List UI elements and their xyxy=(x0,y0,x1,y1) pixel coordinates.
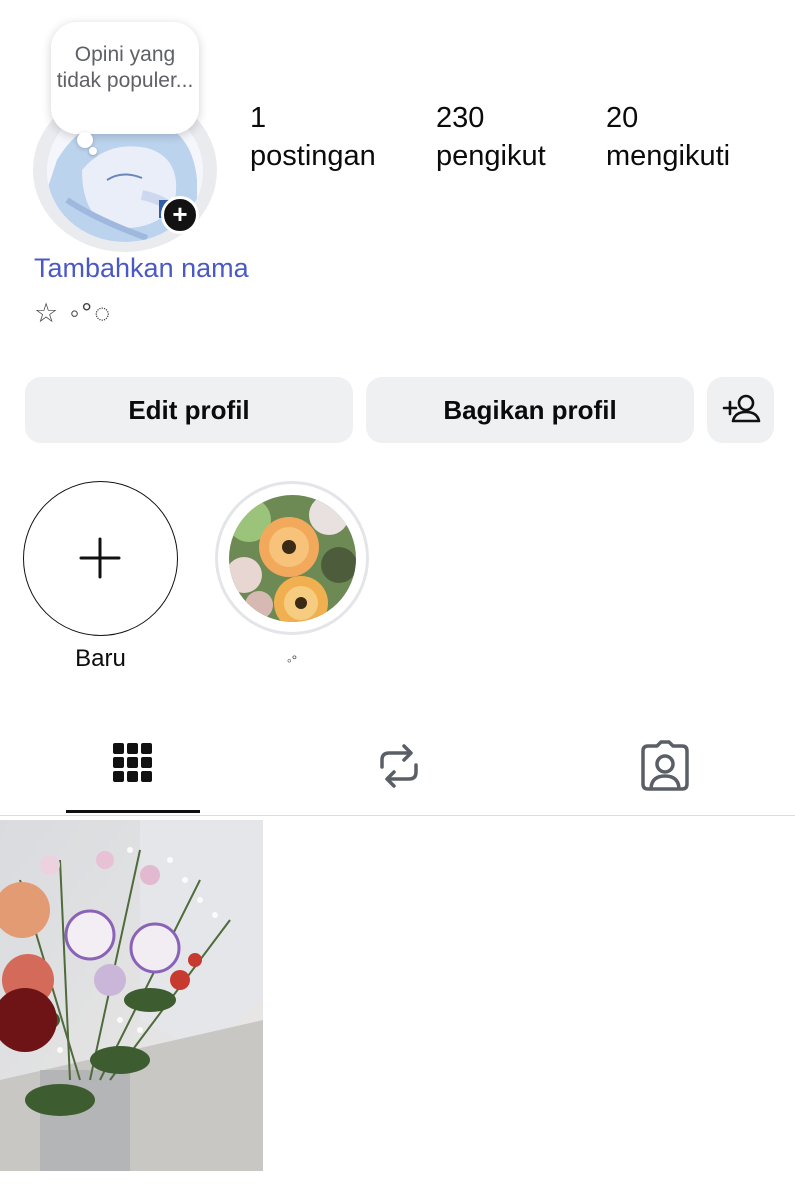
repost-icon xyxy=(380,744,418,788)
new-highlight-label: Baru xyxy=(75,645,126,672)
tab-divider xyxy=(0,815,795,816)
discover-people-button[interactable] xyxy=(707,377,774,443)
tagged-person-icon xyxy=(641,740,689,791)
following-count[interactable]: 20 mengikuti xyxy=(606,100,730,174)
note-bubble-tail xyxy=(77,132,93,148)
new-highlight-button[interactable] xyxy=(23,481,178,636)
posts-count-label: postingan xyxy=(250,140,376,172)
add-story-plus-icon[interactable]: + xyxy=(161,196,199,234)
grid-icon xyxy=(113,743,152,782)
tab-posts[interactable] xyxy=(100,733,166,799)
plus-icon xyxy=(79,537,121,579)
posts-count-value: 1 xyxy=(250,102,267,134)
share-profile-button[interactable]: Bagikan profil xyxy=(366,377,694,443)
selected-tab-indicator xyxy=(66,810,200,813)
followers-count-label: pengikut xyxy=(436,140,546,172)
post-thumbnail[interactable] xyxy=(0,820,263,1171)
posts-count[interactable]: 1 postingan xyxy=(250,100,376,174)
edit-profile-button[interactable]: Edit profil xyxy=(25,377,353,443)
highlight-label: ◦° xyxy=(286,652,298,668)
profile-note[interactable]: Opini yang tidak populer... xyxy=(51,22,199,134)
following-count-label: mengikuti xyxy=(606,140,731,172)
profile-bio: ☆ ◦°◌ xyxy=(34,298,113,328)
edit-profile-label: Edit profil xyxy=(128,395,250,425)
note-text: Opini yang tidak populer... xyxy=(56,43,194,92)
followers-count-value: 230 xyxy=(436,102,485,134)
share-profile-label: Bagikan profil xyxy=(443,395,617,425)
add-name-link[interactable]: Tambahkan nama xyxy=(34,253,249,284)
following-count-value: 20 xyxy=(606,102,639,134)
add-person-icon xyxy=(722,394,761,423)
tab-reposts[interactable] xyxy=(366,733,432,799)
tab-tagged[interactable] xyxy=(632,733,698,799)
note-bubble-tail-small xyxy=(89,147,97,155)
followers-count[interactable]: 230 pengikut xyxy=(436,100,546,174)
highlight-image[interactable] xyxy=(229,495,356,622)
